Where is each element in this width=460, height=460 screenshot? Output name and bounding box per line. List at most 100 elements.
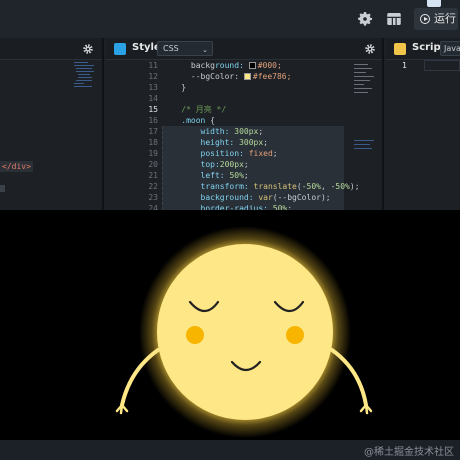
line-number: 14: [148, 94, 158, 103]
line-number: 12: [148, 72, 158, 81]
code-line: position: fixed;: [162, 148, 278, 159]
code-token: 50%: [229, 171, 244, 180]
left-cheek: [186, 326, 204, 344]
code-line: background: #000;: [162, 60, 282, 71]
code-token: ;: [272, 149, 278, 158]
code-token: fixed: [248, 149, 273, 158]
html-code-fragment: </div>: [0, 161, 33, 172]
code-token: width:: [162, 127, 235, 136]
preview-panel: [0, 210, 460, 440]
code-token: height:: [162, 138, 240, 147]
line-number: 18: [148, 138, 158, 147]
style-icon: [114, 43, 126, 55]
code-token: top:: [162, 160, 220, 169]
editor-area: </div> Style CSS ⌄ 11 12 13 14 15 16 17 18 19 20 2…: [0, 38, 460, 210]
code-line: --bgColor: #fee786;: [162, 71, 292, 82]
code-line: }: [162, 82, 186, 93]
js-current-line[interactable]: [424, 60, 460, 71]
html-editor-pane[interactable]: </div>: [0, 38, 104, 210]
css-settings-gear-icon[interactable]: [364, 43, 376, 55]
code-token: position:: [162, 149, 249, 158]
code-line: top:200px;: [162, 159, 249, 170]
code-token: --bgColor:: [162, 72, 244, 81]
js-language-value: JavaScript: [444, 44, 460, 53]
code-token: -50%: [301, 182, 321, 191]
watermark: @稀土掘金技术社区: [364, 447, 454, 458]
code-token: background:: [162, 193, 259, 202]
js-line-number: 1: [402, 61, 407, 70]
css-line-gutter: 11 12 13 14 15 16 17 18 19 20 21 22 23 24: [106, 60, 158, 210]
chevron-down-icon: ⌄: [202, 46, 208, 54]
code-line: transform: translate(-50%, -50%);: [162, 181, 360, 192]
code-token: #fee786;: [252, 72, 292, 81]
css-pane-header: Style CSS ⌄: [106, 38, 382, 60]
code-token: .moon: [162, 116, 211, 125]
code-token: transform:: [162, 182, 254, 191]
code-token: 300px: [234, 127, 259, 136]
play-circle-icon: [420, 14, 430, 24]
css-minimap[interactable]: [352, 60, 380, 210]
code-token: {: [210, 116, 215, 125]
code-token: -50%: [330, 182, 350, 191]
left-hand: [115, 403, 129, 415]
code-token: ;: [243, 171, 249, 180]
code-token: ;: [258, 127, 264, 136]
moon: [157, 244, 333, 420]
code-token: 200px: [219, 160, 244, 169]
code-token: round:: [214, 61, 249, 70]
html-code-fragment-marker: [0, 185, 5, 192]
app-logo: [427, 0, 441, 7]
line-number: 22: [148, 182, 158, 191]
css-language-value: CSS: [163, 44, 179, 53]
right-cheek: [286, 326, 304, 344]
code-token: translate: [253, 182, 297, 191]
layout-icon[interactable]: [385, 10, 403, 28]
gear-icon[interactable]: [356, 10, 374, 28]
script-icon: [394, 43, 406, 55]
js-editor-pane[interactable]: Script JavaScript 1: [386, 38, 460, 210]
js-language-select[interactable]: JavaScript: [440, 41, 460, 56]
line-number: 23: [148, 193, 158, 202]
run-button[interactable]: 运行: [414, 8, 458, 30]
code-token: ,: [320, 182, 331, 191]
code-token: }: [162, 83, 187, 92]
code-line: background: var(--bgColor);: [162, 192, 331, 203]
code-line: /* 月亮 */: [162, 104, 226, 115]
right-hand: [359, 403, 373, 415]
code-line: height: 300px;: [162, 137, 268, 148]
line-number: 20: [148, 160, 158, 169]
code-line: width: 300px;: [162, 126, 264, 137]
moon-illustration: [115, 226, 373, 438]
bottom-bar: @稀土掘金技术社区: [0, 440, 460, 460]
line-number: 17: [148, 127, 158, 136]
line-number: 11: [148, 61, 158, 70]
code-token: ;: [243, 160, 249, 169]
html-settings-gear-icon[interactable]: [82, 43, 94, 55]
color-swatch: [248, 62, 256, 69]
code-token: #000;: [257, 61, 282, 70]
top-toolbar: 运行: [0, 0, 460, 38]
code-token: var: [258, 193, 273, 202]
html-pane-header: [0, 38, 102, 60]
css-code[interactable]: background: #000; --bgColor: #fee786; } …: [162, 60, 360, 210]
code-line: .moon {: [162, 115, 215, 126]
js-pane-header: Script JavaScript: [386, 38, 460, 60]
code-token: /* 月亮 */: [162, 105, 227, 114]
code-token: (--bgColor);: [272, 193, 331, 202]
code-line: border-radius: 50%;: [162, 203, 293, 210]
html-minimap[interactable]: [72, 60, 98, 100]
css-editor-pane[interactable]: Style CSS ⌄ 11 12 13 14 15 16 17 18 19 20 21 22 23 24…: [106, 38, 384, 210]
color-swatch: [243, 73, 251, 80]
code-token: backg: [162, 61, 215, 70]
code-token: left:: [162, 171, 230, 180]
line-number: 21: [148, 171, 158, 180]
code-line: left: 50%;: [162, 170, 249, 181]
css-language-select[interactable]: CSS ⌄: [157, 41, 213, 56]
line-number: 16: [148, 116, 158, 125]
line-number: 13: [148, 83, 158, 92]
code-token: 300px: [239, 138, 264, 147]
line-number: 19: [148, 149, 158, 158]
run-label: 运行: [434, 12, 456, 25]
line-number: 15: [148, 105, 158, 114]
code-token: ;: [263, 138, 268, 147]
